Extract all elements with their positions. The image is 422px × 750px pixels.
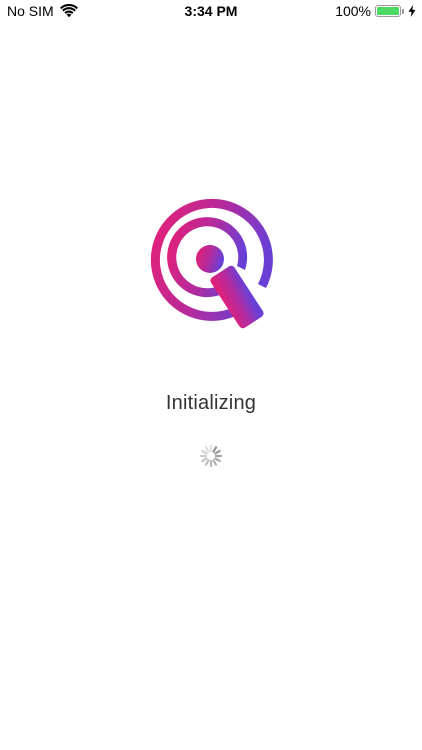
battery-fill [377, 7, 399, 15]
spinner-spoke [204, 459, 210, 466]
battery-group: 100% [335, 3, 416, 19]
spinner-spoke [212, 459, 218, 466]
initializing-label: Initializing [165, 392, 257, 414]
spinner-spoke [204, 446, 210, 453]
battery-percent: 100% [335, 3, 371, 19]
activity-spinner-icon [199, 444, 223, 468]
spinner-spoke [201, 449, 208, 455]
spinner-spoke [214, 449, 221, 455]
spinner-spoke [212, 446, 218, 453]
spinner-spoke [201, 457, 208, 463]
battery-icon [375, 5, 401, 17]
bolt-icon [408, 5, 416, 17]
battery-tip [402, 8, 404, 14]
logo-dot [196, 245, 224, 273]
podcast-app-logo [150, 198, 273, 329]
status-bar: No SIM 3:34 PM 100% [0, 0, 422, 24]
spinner-spoke [214, 457, 221, 463]
